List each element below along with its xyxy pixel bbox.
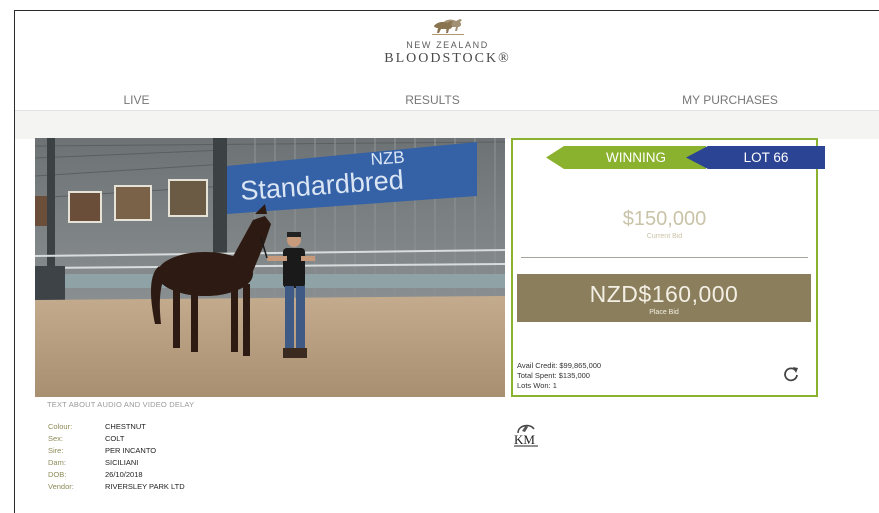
tab-results[interactable]: RESULTS — [355, 91, 510, 110]
detail-row-vendor: Vendor: RIVERSLEY PARK LTD — [48, 481, 185, 493]
vendor-logo-text: KM — [514, 432, 535, 447]
detail-row-sire: Sire: PER INCANTO — [48, 445, 185, 457]
lot-number: LOT 66 — [743, 150, 789, 165]
lot-details: Colour: CHESTNUT Sex: COLT Sire: PER INCANT… — [48, 421, 185, 493]
detail-value: CHESTNUT — [105, 422, 146, 431]
winning-status: WINNING — [606, 150, 666, 165]
banner-brand: NZB — [370, 148, 405, 169]
horses-logo-icon — [431, 19, 464, 35]
brand-logo[interactable]: NEW ZEALAND BLOODSTOCK® — [15, 16, 879, 67]
km-logo: KM — [512, 419, 540, 452]
detail-value: PER INCANTO — [105, 446, 157, 455]
lots-won: Lots Won: 1 — [517, 381, 557, 390]
audio-delay-note: TEXT ABOUT AUDIO AND VIDEO DELAY — [47, 400, 195, 409]
detail-value: COLT — [105, 434, 125, 443]
main-nav: LIVE RESULTS MY PURCHASES — [15, 91, 879, 111]
brand-line2: BLOODSTOCK® — [384, 51, 511, 66]
tab-live[interactable]: LIVE — [46, 91, 227, 111]
bid-divider — [521, 257, 808, 258]
refresh-icon-svg — [784, 367, 798, 382]
vendor-logo-icon: KM — [514, 424, 538, 447]
account-summary: Avail Credit: $99,865,000 Total Spent: $… — [517, 361, 601, 391]
detail-label: Sex: — [48, 434, 64, 443]
detail-label: DOB: — [48, 470, 67, 479]
total-spent: Total Spent: $135,000 — [517, 371, 590, 380]
current-bid-label: Current Bid — [646, 233, 683, 240]
detail-row-colour: Colour: CHESTNUT — [48, 421, 185, 433]
bid-panel — [511, 138, 818, 397]
detail-row-dam: Dam: SICILIANI — [48, 457, 185, 469]
content-band — [15, 111, 879, 139]
app-frame: NEW ZEALAND BLOODSTOCK® LIVE RESULTS MY … — [14, 10, 879, 513]
detail-value: SICILIANI — [105, 458, 139, 467]
current-bid-value: $150,000 — [622, 208, 707, 230]
place-bid-label: Place Bid — [649, 309, 679, 316]
tab-my-purchases[interactable]: MY PURCHASES — [645, 91, 815, 110]
detail-label: Dam: — [48, 458, 66, 467]
live-video[interactable]: Standardbred NZB — [35, 138, 505, 397]
detail-value: RIVERSLEY PARK LTD — [105, 482, 185, 491]
detail-label: Sire: — [48, 446, 64, 455]
refresh-icon[interactable] — [782, 365, 800, 383]
status-banner: WINNING LOT 66 — [546, 146, 825, 169]
place-bid-button[interactable]: NZD$160,000 Place Bid — [517, 274, 811, 322]
brand-line1: NEW ZEALAND — [406, 40, 489, 50]
video-frame: Standardbred NZB — [35, 138, 505, 397]
avail-credit: Avail Credit: $99,865,000 — [517, 361, 602, 370]
detail-row-dob: DOB: 26/10/2018 — [48, 469, 185, 481]
detail-label: Vendor: — [48, 482, 74, 491]
detail-value: 26/10/2018 — [105, 470, 143, 479]
detail-label: Colour: — [48, 422, 73, 431]
detail-row-sex: Sex: COLT — [48, 433, 185, 445]
place-bid-amount: NZD$160,000 — [589, 281, 739, 307]
